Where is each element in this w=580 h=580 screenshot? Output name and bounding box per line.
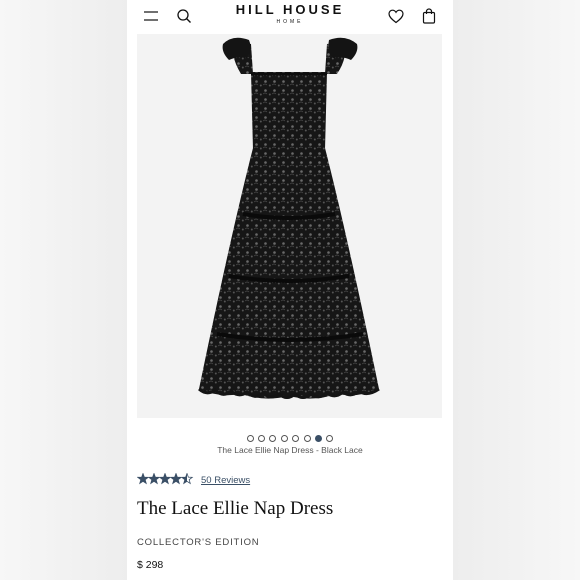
shopping-bag-icon[interactable] — [422, 8, 436, 24]
pagination-dot[interactable] — [314, 435, 322, 443]
backdrop-right — [453, 0, 580, 580]
pagination-dot[interactable] — [269, 435, 277, 443]
pagination-dot[interactable] — [280, 435, 288, 443]
star-icon — [158, 473, 172, 485]
star-icon — [180, 473, 194, 485]
reviews-link[interactable]: 50 Reviews — [201, 475, 250, 486]
brand-name: HILL HOUSE — [235, 2, 345, 17]
brand-subtitle: HOME — [276, 19, 304, 25]
pagination-dot[interactable] — [258, 435, 266, 443]
dress-illustration — [198, 37, 380, 399]
star-icon — [147, 473, 161, 485]
star-icon — [169, 473, 183, 485]
site-header: HILL HOUSE HOME — [127, 0, 453, 34]
pagination-dot[interactable] — [326, 435, 334, 443]
pagination-dot[interactable] — [303, 435, 311, 443]
edition-label: COLLECTOR'S EDITION — [137, 537, 260, 548]
star-icon — [137, 473, 150, 485]
backdrop-left — [0, 0, 127, 580]
pagination-dot[interactable] — [246, 435, 254, 443]
pagination-dot[interactable] — [292, 435, 300, 443]
product-page: HILL HOUSE HOME The Lace Ellie Nap Dress… — [127, 0, 453, 580]
product-title: The Lace Ellie Nap Dress — [137, 498, 334, 519]
heart-icon[interactable] — [388, 9, 404, 24]
product-image[interactable] — [137, 34, 442, 418]
image-caption: The Lace Ellie Nap Dress - Black Lace — [217, 445, 363, 455]
rating-stars — [137, 473, 194, 485]
product-price: $ 298 — [137, 559, 164, 571]
gallery-pagination — [127, 430, 453, 443]
